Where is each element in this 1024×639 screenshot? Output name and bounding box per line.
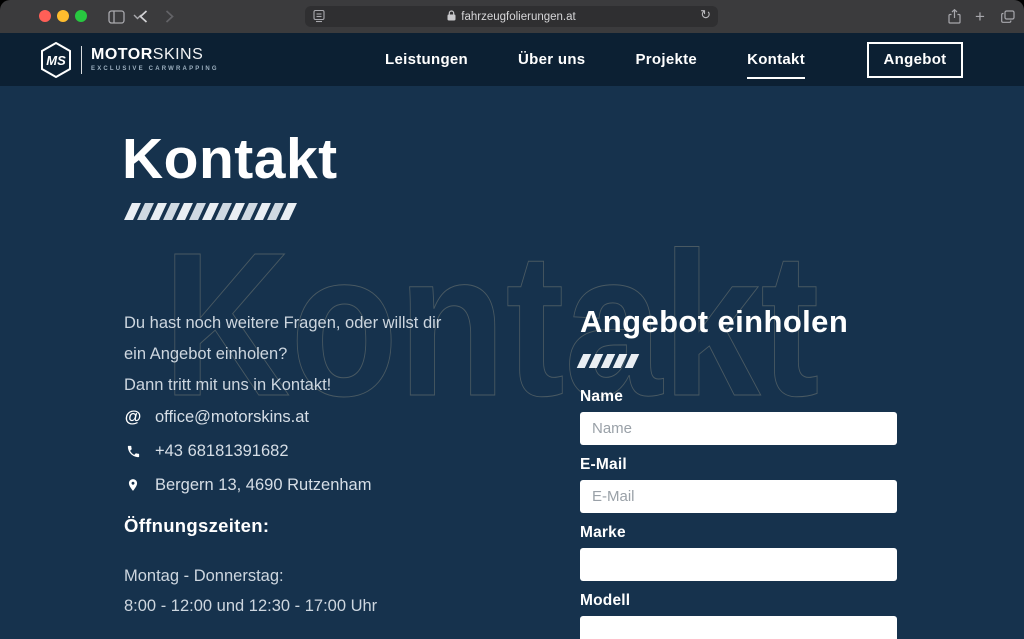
nav-item-projekte[interactable]: Projekte [635,51,697,68]
logo-tagline: EXCLUSIVE CARWRAPPING [91,66,219,72]
modell-input[interactable] [580,616,897,639]
name-label: Name [580,388,897,406]
marke-label: Marke [580,524,897,542]
forward-arrow-icon[interactable] [160,0,178,33]
phone-link[interactable]: +43 68181391682 [124,441,554,461]
modell-label: Modell [580,592,897,610]
email-link[interactable]: @ office@motorskins.at [124,407,554,427]
share-icon[interactable] [944,0,964,33]
contact-info-column: Du hast noch weitere Fragen, oder willst… [124,308,554,621]
zoom-window-button[interactable] [75,10,87,22]
browser-toolbar: fahrzeugfolierungen.at ↻ + [0,0,1024,33]
phone-text: +43 68181391682 [155,442,289,461]
nav-item-kontakt[interactable]: Kontakt [747,51,805,68]
url-text: fahrzeugfolierungen.at [461,11,575,23]
main-nav: Leistungen Über uns Projekte Kontakt [385,51,805,68]
refresh-icon[interactable]: ↻ [700,7,711,23]
email-at-icon: @ [124,407,142,427]
logo[interactable]: MS MOTORSKINS EXCLUSIVE CARWRAPPING [40,42,219,78]
nav-item-leistungen[interactable]: Leistungen [385,51,468,68]
address-link[interactable]: Bergern 13, 4690 Rutzenham [124,475,554,495]
logo-monogram-icon: MS [40,42,72,78]
quote-form-column: Angebot einholen Name E-Mail Marke Model… [580,304,897,639]
name-input[interactable] [580,412,897,445]
new-tab-icon[interactable]: + [970,0,990,33]
lock-icon [447,10,456,24]
contact-list: @ office@motorskins.at +43 68181391682 B… [124,407,554,495]
address-bar[interactable]: fahrzeugfolierungen.at ↻ [305,6,718,27]
email-label: E-Mail [580,456,897,474]
tab-overview-icon[interactable] [997,0,1019,33]
site-header: MS MOTORSKINS EXCLUSIVE CARWRAPPING Leis… [0,33,1024,86]
marke-input[interactable] [580,548,897,581]
minimize-window-button[interactable] [57,10,69,22]
logo-name: MOTORSKINS [91,47,219,63]
browser-window: fahrzeugfolierungen.at ↻ + MS [0,0,1024,639]
back-arrow-icon[interactable] [134,0,152,33]
address-text: Bergern 13, 4690 Rutzenham [155,476,371,495]
intro-text: Du hast noch weitere Fragen, oder willst… [124,308,554,401]
angebot-button[interactable]: Angebot [867,42,963,78]
page-content: Kontakt Kontakt Du hast noch weitere Fra… [0,86,1024,639]
quote-form: Name E-Mail Marke Modell [580,388,897,639]
email-text: office@motorskins.at [155,408,309,427]
sidebar-toggle-icon[interactable] [105,0,127,33]
map-pin-icon [124,477,142,493]
logo-divider [81,46,82,74]
phone-icon [124,444,142,459]
nav-item-ueber-uns[interactable]: Über uns [518,51,585,68]
form-dash-decoration [580,354,897,368]
page-title: Kontakt [122,126,338,192]
title-dash-decoration [128,203,297,220]
opening-hours-text: Montag - Donnerstag: 8:00 - 12:00 und 12… [124,561,554,621]
opening-hours-title: Öffnungszeiten: [124,515,554,537]
close-window-button[interactable] [39,10,51,22]
reader-icon[interactable] [312,9,326,28]
email-input[interactable] [580,480,897,513]
form-title: Angebot einholen [580,304,897,340]
svg-text:MS: MS [46,53,66,68]
